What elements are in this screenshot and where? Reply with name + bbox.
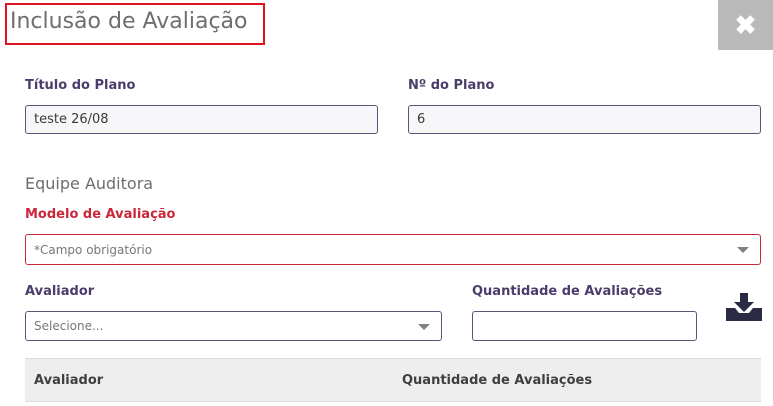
evaluators-table-header: Avaliador Quantidade de Avaliações bbox=[25, 358, 761, 402]
close-button[interactable]: ✖ bbox=[718, 0, 773, 50]
plan-title-value: teste 26/08 bbox=[34, 112, 109, 127]
evaluator-select[interactable]: Selecione... bbox=[25, 311, 442, 341]
plan-number-field[interactable]: 6 bbox=[408, 105, 761, 134]
column-header-quantity: Quantidade de Avaliações bbox=[402, 373, 593, 388]
chevron-down-icon bbox=[418, 324, 430, 330]
dialog-title: Inclusão de Avaliação bbox=[10, 9, 248, 34]
quantity-input[interactable] bbox=[472, 311, 697, 341]
model-placeholder: *Campo obrigatório bbox=[34, 242, 153, 257]
section-title: Equipe Auditora bbox=[25, 174, 154, 193]
close-icon: ✖ bbox=[734, 9, 757, 40]
chevron-down-icon bbox=[737, 247, 749, 253]
column-header-evaluator: Avaliador bbox=[34, 373, 104, 388]
quantity-label: Quantidade de Avaliações bbox=[472, 284, 663, 299]
model-select[interactable]: *Campo obrigatório bbox=[25, 234, 761, 265]
model-label: Modelo de Avaliação bbox=[25, 207, 176, 222]
evaluator-placeholder: Selecione... bbox=[34, 319, 104, 333]
plan-title-field[interactable]: teste 26/08 bbox=[25, 105, 378, 134]
plan-title-label: Título do Plano bbox=[25, 78, 136, 93]
plan-number-label: Nº do Plano bbox=[408, 78, 495, 93]
evaluator-label: Avaliador bbox=[25, 284, 95, 299]
plan-number-value: 6 bbox=[417, 112, 426, 127]
download-tray-icon[interactable] bbox=[726, 293, 762, 321]
